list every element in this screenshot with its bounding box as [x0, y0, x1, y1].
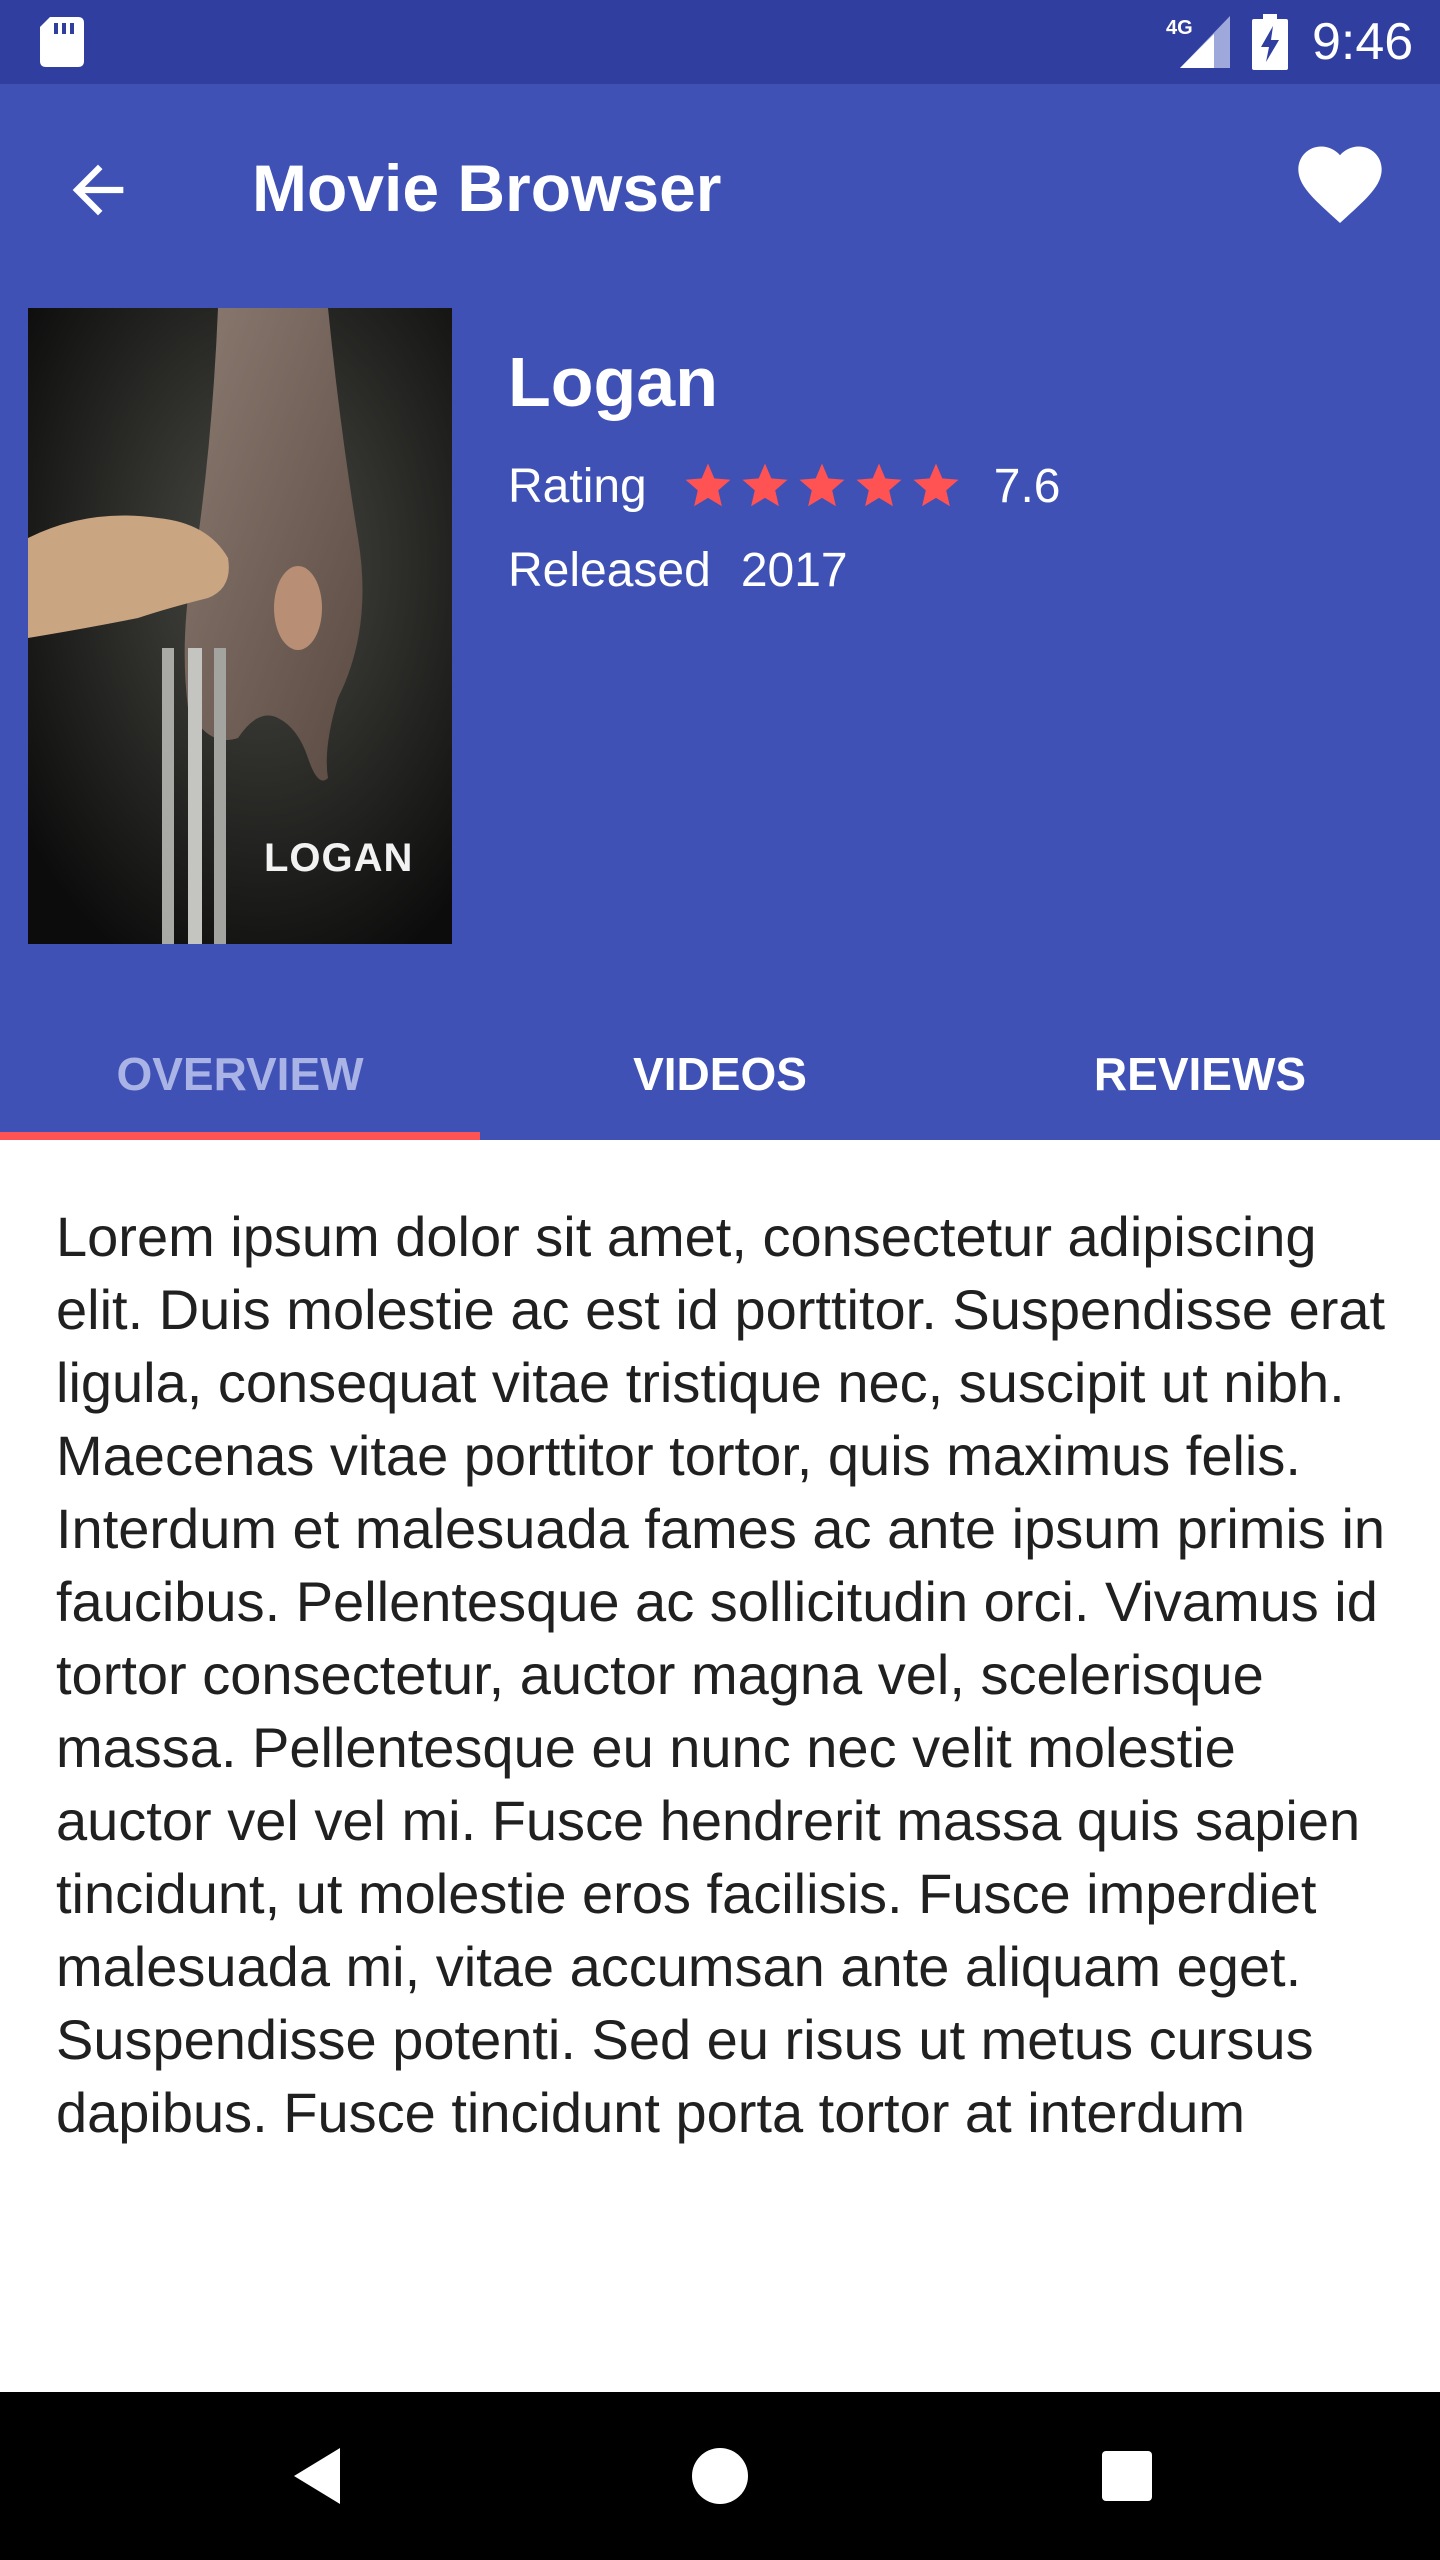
rating-value: 7.6 [993, 459, 1061, 513]
tab-overview[interactable]: OVERVIEW [0, 1008, 480, 1140]
release-label: Released [508, 543, 711, 597]
overview-text: Lorem ipsum dolor sit amet, consectetur … [56, 1205, 1386, 2144]
nav-recents-icon[interactable] [1098, 2440, 1156, 2512]
signal-icon: 4G [1166, 16, 1230, 68]
poster-title-text: LOGAN [264, 836, 414, 880]
rating-label: Rating [508, 459, 647, 513]
release-row: Released 2017 [508, 530, 848, 610]
rating-row: Rating 7.6 [508, 446, 1060, 526]
release-year: 2017 [740, 543, 848, 597]
tab-reviews[interactable]: REVIEWS [960, 1008, 1440, 1140]
system-nav-bar [0, 2392, 1440, 2560]
rating-stars [681, 459, 966, 513]
tab-videos[interactable]: VIDEOS [480, 1008, 960, 1140]
back-arrow-icon[interactable] [60, 152, 136, 228]
status-time: 9:46 [1312, 13, 1414, 71]
battery-charging-icon [1252, 14, 1288, 70]
movie-poster: LOGAN [28, 308, 452, 944]
movie-title: Logan [508, 343, 718, 421]
tab-indicator [0, 1132, 480, 1140]
star-icon [742, 463, 788, 507]
app-title: Movie Browser [252, 151, 722, 225]
nav-back-icon[interactable] [284, 2440, 356, 2512]
star-icon [856, 463, 902, 507]
sd-card-icon [40, 17, 84, 67]
heart-icon[interactable] [1290, 134, 1390, 234]
star-icon [799, 463, 845, 507]
network-type-label: 4G [1166, 17, 1193, 39]
status-bar: 4G 9:46 [0, 0, 1440, 84]
movie-header: Movie Browser LOGAN Logan Rating 7.6 Rel… [0, 84, 1440, 1140]
nav-home-icon[interactable] [690, 2440, 750, 2512]
star-icon [913, 463, 959, 507]
star-icon [685, 463, 731, 507]
tab-bar: OVERVIEW VIDEOS REVIEWS [0, 1008, 1440, 1140]
